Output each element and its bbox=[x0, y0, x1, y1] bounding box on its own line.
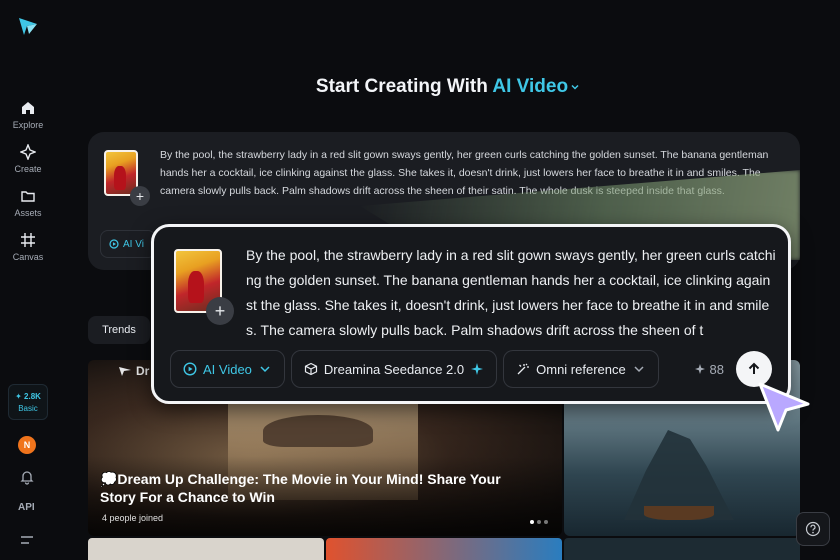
plan-label: Basic bbox=[18, 403, 38, 413]
sidebar-item-explore[interactable]: Explore bbox=[0, 100, 56, 130]
help-icon bbox=[805, 521, 821, 537]
mode-dropdown-label: AI Video bbox=[203, 361, 252, 377]
mode-pill[interactable]: AI Vi bbox=[100, 230, 156, 258]
folder-icon bbox=[21, 191, 35, 202]
title-prefix: Start Creating With bbox=[315, 76, 488, 97]
model-dropdown-label: Dreamina Seedance 2.0 bbox=[323, 361, 465, 377]
credits-count: ✦ 2.8K bbox=[15, 391, 41, 401]
credits-badge[interactable]: ✦ 2.8K Basic bbox=[8, 384, 48, 420]
sidebar-item-label: Create bbox=[14, 164, 42, 174]
feed-card[interactable] bbox=[564, 538, 800, 560]
menu-icon[interactable] bbox=[20, 534, 34, 546]
sidebar-item-label: Canvas bbox=[12, 252, 44, 262]
tab-trends[interactable]: Trends bbox=[88, 316, 150, 344]
arrow-up-icon bbox=[748, 362, 760, 374]
mode-pill-label: AI Vi bbox=[123, 238, 144, 250]
reference-dropdown-label: Omni reference bbox=[536, 361, 626, 377]
bell-icon[interactable] bbox=[19, 469, 35, 485]
cube-icon bbox=[304, 362, 318, 376]
home-icon bbox=[22, 102, 34, 114]
sidebar-item-label: Assets bbox=[14, 208, 42, 218]
sidebar-item-create[interactable]: Create bbox=[0, 144, 56, 174]
reference-dropdown[interactable]: Omni reference bbox=[503, 350, 659, 388]
sidebar: Explore Create Assets Canvas ✦ 2.8K Basi… bbox=[0, 0, 56, 560]
avatar[interactable]: N bbox=[18, 436, 36, 454]
help-button[interactable] bbox=[796, 512, 830, 546]
prompt-text[interactable]: By the pool, the strawberry lady in a re… bbox=[246, 243, 776, 343]
card-artwork-boat bbox=[644, 506, 714, 520]
credit-cost: 88 bbox=[694, 362, 724, 377]
mode-dropdown[interactable]: AI Video bbox=[170, 350, 285, 388]
prompt-toolbar: AI Video Dreamina Seedance 2.0 Omni refe… bbox=[170, 349, 772, 389]
dreamina-logo-icon[interactable] bbox=[16, 14, 40, 38]
chevron-down-icon bbox=[634, 366, 644, 373]
pointer-cursor-icon bbox=[758, 382, 810, 432]
banner-title[interactable]: 💭Dream Up Challenge: The Movie in Your M… bbox=[100, 470, 540, 506]
chevron-down-icon bbox=[571, 84, 579, 90]
sidebar-item-assets[interactable]: Assets bbox=[0, 188, 56, 218]
feed-card[interactable] bbox=[326, 538, 562, 560]
carousel-dot[interactable] bbox=[537, 520, 541, 524]
sparkle-icon bbox=[20, 144, 36, 160]
brand-logo-icon bbox=[119, 367, 131, 376]
video-mode-icon bbox=[109, 239, 119, 249]
feed-card[interactable] bbox=[88, 538, 324, 560]
sidebar-item-canvas[interactable]: Canvas bbox=[0, 232, 56, 262]
sparkle-icon bbox=[471, 363, 484, 375]
sidebar-item-label: Explore bbox=[12, 120, 44, 130]
carousel-dot[interactable] bbox=[544, 520, 548, 524]
model-dropdown[interactable]: Dreamina Seedance 2.0 bbox=[290, 350, 498, 388]
add-reference-button[interactable]: + bbox=[130, 186, 150, 206]
wand-icon bbox=[517, 363, 530, 375]
add-reference-button[interactable]: + bbox=[206, 297, 234, 325]
video-mode-icon bbox=[183, 362, 197, 376]
banner-artwork-ship bbox=[263, 415, 373, 447]
mode-selector[interactable]: AI Video bbox=[492, 76, 580, 97]
feed-row bbox=[88, 538, 800, 560]
chevron-down-icon bbox=[260, 366, 270, 373]
page-title: Start Creating With AI Video bbox=[56, 76, 840, 98]
banner-joined-count: 4 people joined bbox=[102, 513, 164, 523]
banner-brand: Dr bbox=[118, 364, 149, 378]
api-link[interactable]: API bbox=[18, 502, 35, 513]
carousel-dots[interactable] bbox=[530, 520, 548, 524]
carousel-dot[interactable] bbox=[530, 520, 534, 524]
canvas-icon bbox=[21, 233, 35, 247]
zoomed-prompt-panel: + By the pool, the strawberry lady in a … bbox=[151, 224, 791, 404]
credit-icon bbox=[694, 364, 705, 374]
